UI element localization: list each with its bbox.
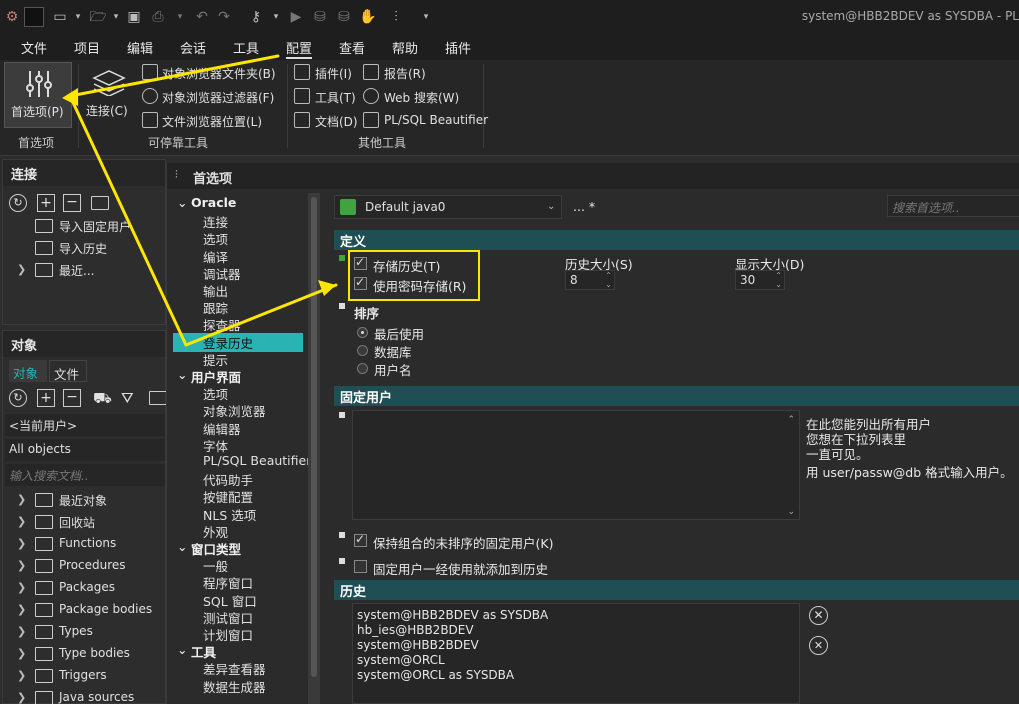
annotation-arrows <box>62 54 338 347</box>
